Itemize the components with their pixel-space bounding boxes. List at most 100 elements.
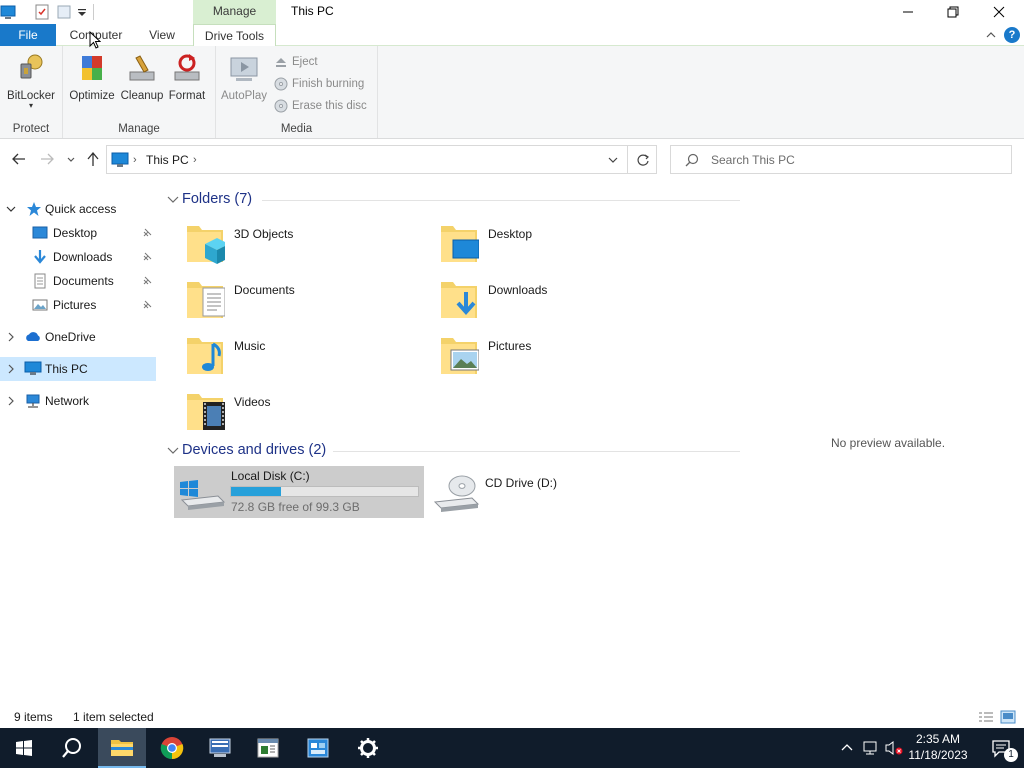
pin-icon[interactable] [142, 276, 152, 286]
breadcrumb-chevron-icon[interactable]: › [193, 154, 197, 166]
autoplay-button[interactable]: AutoPlay [220, 52, 268, 102]
close-icon [993, 6, 1005, 18]
eject-button[interactable]: Eject [274, 52, 318, 72]
collapsed-chevron-icon[interactable] [6, 364, 16, 374]
folder-videos[interactable]: Videos [177, 388, 427, 440]
sidebar-item-downloads[interactable]: Downloads [0, 245, 156, 269]
pin-icon[interactable] [142, 228, 152, 238]
action-center-button[interactable]: 1 [978, 728, 1024, 768]
notification-count-badge: 1 [1004, 748, 1018, 762]
expanded-chevron-icon[interactable] [166, 192, 180, 206]
format-button[interactable]: Format [163, 52, 211, 102]
defrag-icon [76, 52, 108, 86]
search-button[interactable] [48, 728, 96, 768]
collapse-ribbon-icon[interactable] [985, 29, 997, 41]
sidebar-item-desktop[interactable]: Desktop [0, 221, 156, 245]
folder-3d-objects[interactable]: 3D Objects [177, 220, 427, 272]
tab-drive-tools[interactable]: Drive Tools [193, 24, 276, 47]
refresh-icon[interactable] [636, 153, 650, 167]
search-box[interactable]: Search This PC [670, 145, 1012, 174]
up-arrow-icon[interactable] [84, 150, 102, 168]
optimize-button[interactable]: Optimize [68, 52, 116, 102]
folder-pictures[interactable]: Pictures [431, 332, 681, 384]
download-arrow-icon [32, 249, 48, 265]
folders-section-header[interactable]: Folders (7) [166, 191, 252, 207]
folder-downloads[interactable]: Downloads [431, 276, 681, 328]
new-folder-icon[interactable] [56, 4, 72, 20]
breadcrumb-separator-icon[interactable]: › [133, 154, 137, 166]
sidebar-item-documents[interactable]: Documents [0, 269, 156, 293]
volume-muted-icon[interactable] [884, 740, 904, 756]
expanded-chevron-icon[interactable] [166, 443, 180, 457]
cd-drive-icon [432, 472, 480, 514]
drive-local-disk-c[interactable]: Local Disk (C:) 72.8 GB free of 99.3 GB [174, 466, 424, 518]
collapsed-chevron-icon[interactable] [6, 396, 16, 406]
finish-burning-button[interactable]: Finish burning [274, 74, 364, 94]
3d-objects-folder-icon [185, 220, 225, 266]
help-button[interactable]: ? [1004, 27, 1020, 43]
drive-free-space: 72.8 GB free of 99.3 GB [231, 500, 360, 514]
folder-documents[interactable]: Documents [177, 276, 427, 328]
system-clock[interactable]: 2:35 AM 11/18/2023 [903, 731, 973, 763]
large-icons-view-icon[interactable] [1000, 710, 1016, 724]
erase-disc-button[interactable]: Erase this disc [274, 96, 367, 116]
folder-label: Downloads [488, 283, 548, 297]
control-panel-taskbar-button[interactable] [294, 728, 342, 768]
desktop-folder-icon [32, 225, 48, 241]
pin-icon[interactable] [142, 252, 152, 262]
folder-music[interactable]: Music [177, 332, 427, 384]
document-app-taskbar-button[interactable] [244, 728, 292, 768]
back-arrow-icon[interactable] [10, 150, 28, 168]
recent-locations-chevron-icon[interactable] [64, 150, 78, 168]
ribbon-tabs: File Computer View Drive Tools [0, 24, 1024, 47]
file-explorer-taskbar-button[interactable] [98, 728, 146, 768]
forward-arrow-icon[interactable] [38, 150, 56, 168]
sidebar-item-onedrive[interactable]: OneDrive [0, 325, 156, 349]
computer-icon[interactable] [0, 4, 16, 20]
tab-view[interactable]: View [136, 24, 188, 46]
selection-count: 1 item selected [73, 710, 154, 724]
folder-desktop[interactable]: Desktop [431, 220, 681, 272]
maximize-button[interactable] [930, 0, 976, 24]
start-button[interactable] [0, 728, 48, 768]
settings-taskbar-button[interactable] [344, 728, 392, 768]
address-bar[interactable]: › This PC › [106, 145, 657, 174]
drive-cd-d[interactable]: CD Drive (D:) [428, 466, 678, 518]
bitlocker-key-icon [15, 52, 47, 86]
preview-pane-message: No preview available. [831, 436, 946, 450]
cleanup-button[interactable]: Cleanup [118, 52, 166, 102]
sidebar-item-this-pc[interactable]: This PC [0, 357, 156, 381]
collapsed-chevron-icon[interactable] [6, 332, 16, 342]
close-button[interactable] [976, 0, 1022, 24]
customize-quick-access-icon[interactable] [75, 4, 91, 20]
server-manager-icon [209, 738, 231, 757]
folder-label: Pictures [488, 339, 532, 353]
minimize-button[interactable] [885, 0, 931, 24]
pin-icon[interactable] [142, 300, 152, 310]
sidebar-item-quick-access[interactable]: Quick access [0, 197, 156, 221]
expanded-chevron-icon[interactable] [6, 204, 16, 214]
format-label: Format [168, 90, 206, 102]
breadcrumb-this-pc[interactable]: This PC [146, 153, 189, 167]
sidebar-item-network[interactable]: Network [0, 389, 156, 413]
sidebar-item-pictures[interactable]: Pictures [0, 293, 156, 317]
folder-label: Music [234, 339, 266, 353]
tab-file[interactable]: File [0, 24, 56, 46]
network-status-icon[interactable] [862, 740, 880, 756]
bitlocker-button[interactable]: BitLocker ▾ [7, 52, 55, 110]
status-bar: 9 items 1 item selected [0, 706, 1024, 728]
erase-disc-label: Erase this disc [292, 100, 367, 112]
folder-label: Documents [234, 283, 295, 297]
properties-icon[interactable] [34, 4, 50, 20]
server-manager-taskbar-button[interactable] [196, 728, 244, 768]
pictures-icon [32, 297, 48, 313]
details-view-icon[interactable] [978, 710, 994, 724]
show-hidden-icons-chevron-icon[interactable] [840, 741, 854, 755]
drives-section-header[interactable]: Devices and drives (2) [166, 442, 326, 458]
search-icon [62, 738, 81, 758]
chrome-taskbar-button[interactable] [148, 728, 196, 768]
gear-icon [358, 738, 378, 758]
address-history-chevron-icon[interactable] [607, 154, 619, 166]
sidebar-item-label: Network [45, 394, 90, 408]
restore-icon [947, 6, 959, 18]
